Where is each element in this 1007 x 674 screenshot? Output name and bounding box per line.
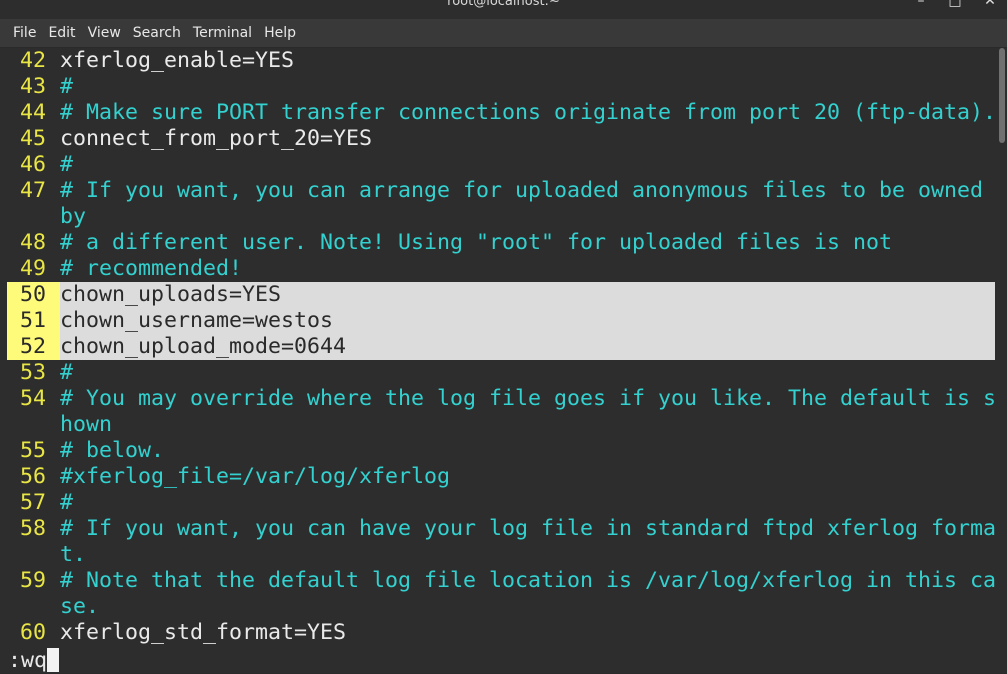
editor-line[interactable]: 45 connect_from_port_20=YES — [0, 126, 1007, 152]
line-number: 44 — [20, 100, 47, 125]
line-number: 47 — [20, 178, 47, 203]
comment-text: # If you want, you can have your log fil… — [60, 516, 997, 541]
editor-line[interactable]: 59 # Note that the default log file locat… — [0, 568, 1007, 594]
menu-bar: File Edit View Search Terminal Help — [0, 19, 1007, 48]
line-number: 59 — [20, 568, 47, 593]
editor-line[interactable]: 58 # If you want, you can have your log f… — [0, 516, 1007, 542]
line-number: 58 — [20, 516, 47, 541]
vim-command-line[interactable]: :wq — [8, 648, 60, 674]
wrapped-text: t. — [60, 542, 87, 567]
line-number: 43 — [20, 74, 47, 99]
terminal-area[interactable]: 42 xferlog_enable=YES 43 #44 # Make sure POR… — [0, 48, 1007, 673]
editor-line[interactable]: 43 # — [0, 74, 1007, 100]
scrollbar[interactable] — [995, 48, 1007, 673]
menu-edit[interactable]: Edit — [42, 19, 81, 47]
config-text: chown_upload_mode=0644 — [60, 334, 347, 359]
editor-line[interactable]: 46 # — [0, 152, 1007, 178]
comment-text: # — [60, 490, 74, 515]
line-number: 52 — [20, 334, 47, 359]
menu-view[interactable]: View — [82, 19, 127, 47]
editor-line[interactable]: 44 # Make sure PORT transfer connections … — [0, 100, 1007, 126]
window-titlebar: root@localhost:~ – □ ✕ — [0, 0, 1007, 19]
line-number: 45 — [20, 126, 47, 151]
editor-line[interactable]: 54 # You may override where the log file … — [0, 386, 1007, 412]
comment-text: # — [60, 74, 74, 99]
line-number: 54 — [20, 386, 47, 411]
comment-text: # below. — [60, 438, 165, 463]
wrapped-text: hown — [60, 412, 113, 437]
editor-line-wrap[interactable]: t. — [0, 542, 1007, 568]
line-number: 60 — [20, 620, 47, 645]
editor-line[interactable]: 56 #xferlog_file=/var/log/xferlog — [0, 464, 1007, 490]
line-number: 42 — [20, 48, 47, 73]
editor-line[interactable]: 42 xferlog_enable=YES — [0, 48, 1007, 74]
line-number: 50 — [20, 282, 47, 307]
line-number: 53 — [20, 360, 47, 385]
config-text: connect_from_port_20=YES — [60, 126, 373, 151]
line-number: 48 — [20, 230, 47, 255]
comment-text: # recommended! — [60, 256, 243, 281]
comment-text: # — [60, 360, 74, 385]
editor-line[interactable]: 60 xferlog_std_format=YES — [0, 620, 1007, 646]
menu-terminal[interactable]: Terminal — [187, 19, 258, 47]
editor-line-wrap[interactable]: hown — [0, 412, 1007, 438]
config-text: chown_username=westos — [60, 308, 334, 333]
editor-line-wrap[interactable]: by — [0, 204, 1007, 230]
editor-line[interactable]: 51 chown_username=westos — [7, 308, 995, 334]
config-text: xferlog_enable=YES — [60, 48, 295, 73]
close-icon[interactable]: ✕ — [982, 0, 998, 8]
editor-line[interactable]: 53 # — [0, 360, 1007, 386]
editor-line[interactable]: 55 # below. — [0, 438, 1007, 464]
comment-text: # Note that the default log file locatio… — [60, 568, 997, 593]
editor-line[interactable]: 48 # a different user. Note! Using "root"… — [0, 230, 1007, 256]
editor-line-wrap[interactable]: se. — [0, 594, 1007, 620]
scrollbar-thumb[interactable] — [999, 48, 1005, 143]
minimize-icon[interactable]: – — [913, 0, 929, 8]
comment-text: # You may override where the log file go… — [60, 386, 997, 411]
editor-line[interactable]: 57 # — [0, 490, 1007, 516]
menu-search[interactable]: Search — [127, 19, 187, 47]
line-number: 46 — [20, 152, 47, 177]
wrapped-text: se. — [60, 594, 100, 619]
menu-file[interactable]: File — [7, 19, 42, 47]
maximize-icon[interactable]: □ — [947, 0, 963, 8]
editor-line[interactable]: 50 chown_uploads=YES — [7, 282, 995, 308]
line-number: 49 — [20, 256, 47, 281]
line-number: 56 — [20, 464, 47, 489]
config-text: xferlog_std_format=YES — [60, 620, 347, 645]
line-number: 57 — [20, 490, 47, 515]
command-text: :wq — [8, 648, 48, 673]
line-number: 51 — [20, 308, 47, 333]
comment-text: # Make sure PORT transfer connections or… — [60, 100, 997, 125]
editor-line[interactable]: 47 # If you want, you can arrange for upl… — [0, 178, 1007, 204]
editor-line[interactable]: 49 # recommended! — [0, 256, 1007, 282]
comment-text: # If you want, you can arrange for uploa… — [60, 178, 984, 203]
config-text: chown_uploads=YES — [60, 282, 282, 307]
comment-text: # — [60, 152, 74, 177]
line-number: 55 — [20, 438, 47, 463]
wrapped-text: by — [60, 204, 87, 229]
menu-help[interactable]: Help — [258, 19, 302, 47]
window-title: root@localhost:~ — [447, 0, 560, 9]
comment-text: # a different user. Note! Using "root" f… — [60, 230, 893, 255]
comment-text: #xferlog_file=/var/log/xferlog — [60, 464, 451, 489]
text-cursor — [47, 648, 60, 672]
editor-line[interactable]: 52 chown_upload_mode=0644 — [7, 334, 995, 360]
